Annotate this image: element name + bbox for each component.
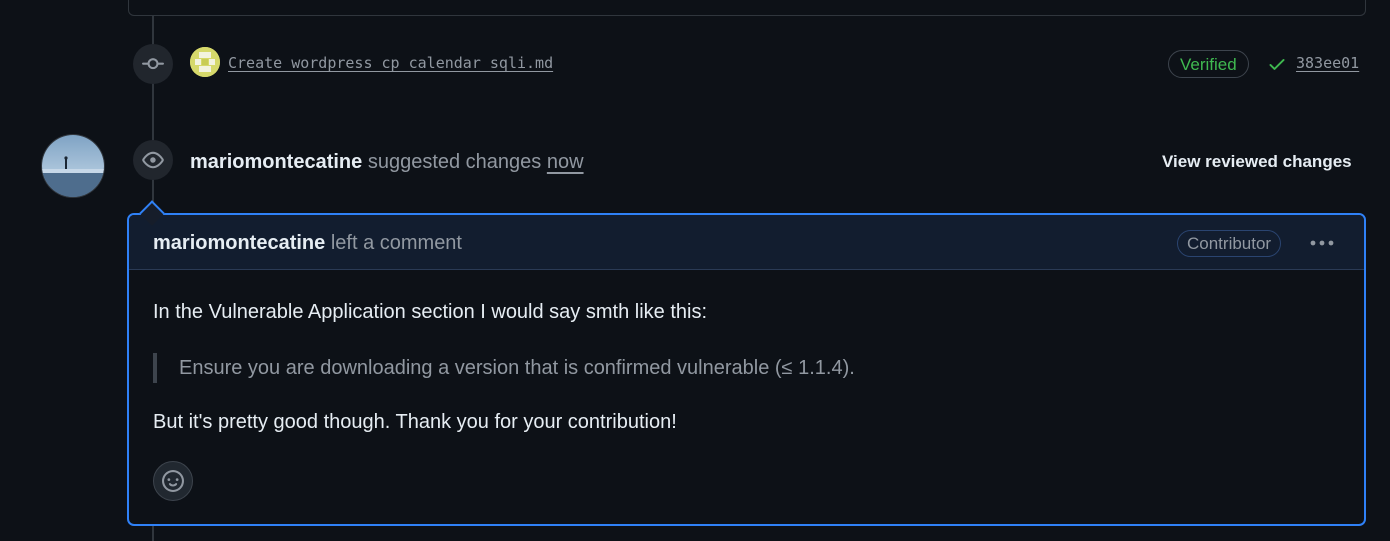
comment-action-text: left a comment xyxy=(330,232,462,254)
comment-author-link[interactable]: mariomontecatine xyxy=(153,232,325,254)
eye-icon xyxy=(133,140,173,180)
check-icon[interactable] xyxy=(1267,54,1287,74)
pull-request-timeline: Create wordpress_cp_calendar_sqli.md Ver… xyxy=(0,0,1390,541)
comment-blockquote: Ensure you are downloading a version tha… xyxy=(153,353,1340,383)
previous-timeline-card xyxy=(128,0,1366,16)
view-reviewed-changes-button[interactable]: View reviewed changes xyxy=(1162,152,1352,172)
verified-badge[interactable]: Verified xyxy=(1168,50,1249,78)
review-author-link[interactable]: mariomontecatine xyxy=(190,151,362,173)
review-time-link[interactable]: now xyxy=(547,151,584,173)
commit-sha-link[interactable]: 383ee01 xyxy=(1296,54,1359,72)
comment-header: mariomontecatine left a comment Contribu… xyxy=(129,215,1364,270)
smiley-icon[interactable] xyxy=(153,461,193,501)
kebab-horizontal-icon[interactable] xyxy=(1307,232,1337,254)
commit-author-avatar[interactable] xyxy=(190,47,220,77)
review-comment-card: mariomontecatine left a comment Contribu… xyxy=(127,213,1366,526)
review-header: mariomontecatine suggested changes now xyxy=(190,151,584,174)
comment-paragraph: But it's pretty good though. Thank you f… xyxy=(153,411,677,433)
contributor-badge: Contributor xyxy=(1177,230,1282,257)
git-commit-icon xyxy=(133,44,173,84)
reviewer-avatar[interactable] xyxy=(42,135,104,197)
comment-body: In the Vulnerable Application section I … xyxy=(153,298,1340,436)
commit-message-link[interactable]: Create wordpress_cp_calendar_sqli.md xyxy=(228,54,553,72)
comment-paragraph: In the Vulnerable Application section I … xyxy=(153,301,708,323)
review-action-text: suggested changes xyxy=(367,151,542,173)
